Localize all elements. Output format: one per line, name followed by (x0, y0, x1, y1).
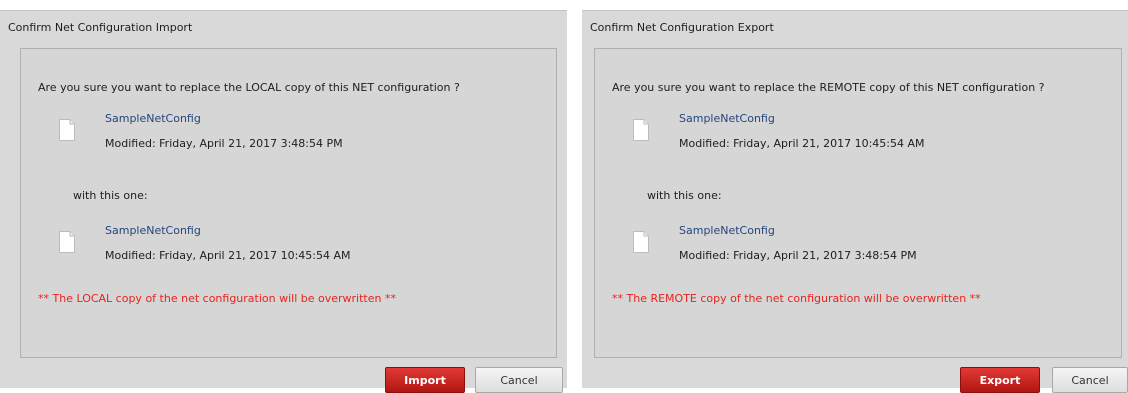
dialog-content-panel: Are you sure you want to replace the LOC… (20, 48, 557, 358)
with-this-one-label: with this one: (647, 189, 722, 202)
file-modified-date: Modified: Friday, April 21, 2017 3:48:54… (679, 249, 917, 262)
export-dialog: Confirm Net Configuration Export Are you… (582, 10, 1128, 393)
file-name: SampleNetConfig (105, 224, 201, 237)
file-modified-date: Modified: Friday, April 21, 2017 10:45:5… (105, 249, 351, 262)
file-icon (59, 231, 75, 253)
cancel-button[interactable]: Cancel (475, 367, 563, 393)
confirm-question: Are you sure you want to replace the REM… (612, 81, 1045, 94)
export-button[interactable]: Export (960, 367, 1040, 393)
import-button[interactable]: Import (385, 367, 465, 393)
overwrite-warning: ** The REMOTE copy of the net configurat… (612, 292, 981, 305)
file-modified-date: Modified: Friday, April 21, 2017 3:48:54… (105, 137, 343, 150)
file-icon (633, 119, 649, 141)
cancel-button[interactable]: Cancel (1052, 367, 1128, 393)
confirm-question: Are you sure you want to replace the LOC… (38, 81, 460, 94)
new-file-entry: SampleNetConfig Modified: Friday, April … (59, 224, 499, 266)
overwrite-warning: ** The LOCAL copy of the net configurati… (38, 292, 396, 305)
file-icon (633, 231, 649, 253)
file-modified-date: Modified: Friday, April 21, 2017 10:45:5… (679, 137, 925, 150)
new-file-entry: SampleNetConfig Modified: Friday, April … (633, 224, 1073, 266)
file-name: SampleNetConfig (105, 112, 201, 125)
current-file-entry: SampleNetConfig Modified: Friday, April … (59, 112, 499, 154)
with-this-one-label: with this one: (73, 189, 148, 202)
dialog-content-panel: Are you sure you want to replace the REM… (594, 48, 1122, 358)
import-dialog: Confirm Net Configuration Import Are you… (0, 10, 567, 393)
file-name: SampleNetConfig (679, 224, 775, 237)
dialog-title: Confirm Net Configuration Import (8, 21, 193, 34)
file-name: SampleNetConfig (679, 112, 775, 125)
file-icon (59, 119, 75, 141)
dialog-title: Confirm Net Configuration Export (590, 21, 774, 34)
current-file-entry: SampleNetConfig Modified: Friday, April … (633, 112, 1073, 154)
